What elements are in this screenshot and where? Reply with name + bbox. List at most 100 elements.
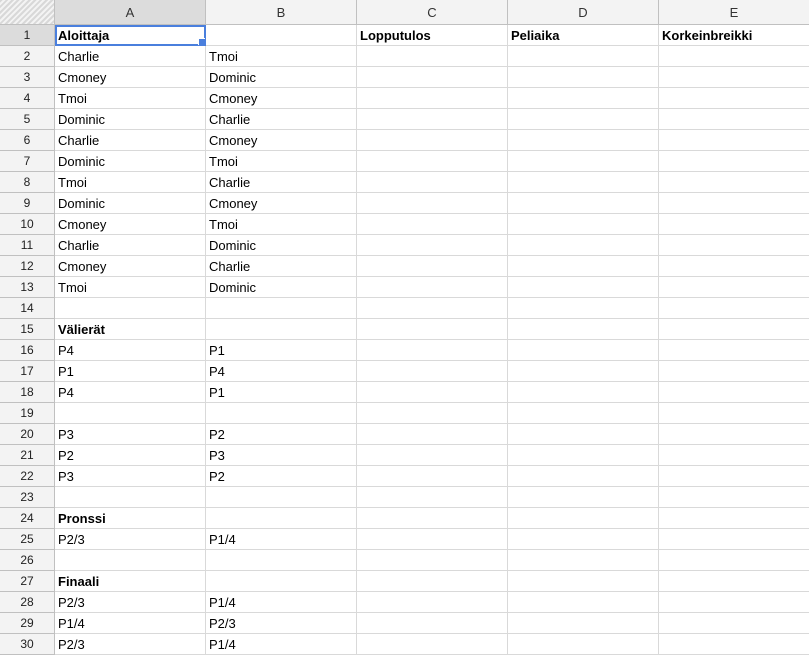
row-header[interactable]: 1 bbox=[0, 25, 55, 46]
row-header[interactable]: 14 bbox=[0, 298, 55, 319]
cell-c11[interactable] bbox=[357, 235, 508, 256]
row-header[interactable]: 19 bbox=[0, 403, 55, 424]
cell-e14[interactable] bbox=[659, 298, 809, 319]
cell-a19[interactable] bbox=[55, 403, 206, 424]
cell-d7[interactable] bbox=[508, 151, 659, 172]
cell-e16[interactable] bbox=[659, 340, 809, 361]
cell-e10[interactable] bbox=[659, 214, 809, 235]
cell-a22[interactable]: P3 bbox=[55, 466, 206, 487]
cell-d24[interactable] bbox=[508, 508, 659, 529]
column-header-c[interactable]: C bbox=[357, 0, 508, 25]
cell-a13[interactable]: Tmoi bbox=[55, 277, 206, 298]
cell-b10[interactable]: Tmoi bbox=[206, 214, 357, 235]
cell-d11[interactable] bbox=[508, 235, 659, 256]
cell-c26[interactable] bbox=[357, 550, 508, 571]
cell-e21[interactable] bbox=[659, 445, 809, 466]
cell-c16[interactable] bbox=[357, 340, 508, 361]
cell-d16[interactable] bbox=[508, 340, 659, 361]
cell-a9[interactable]: Dominic bbox=[55, 193, 206, 214]
row-header[interactable]: 25 bbox=[0, 529, 55, 550]
cell-e5[interactable] bbox=[659, 109, 809, 130]
cell-a23[interactable] bbox=[55, 487, 206, 508]
cell-a8[interactable]: Tmoi bbox=[55, 172, 206, 193]
select-all-corner[interactable] bbox=[0, 0, 55, 25]
cell-a2[interactable]: Charlie bbox=[55, 46, 206, 67]
cell-a28[interactable]: P2/3 bbox=[55, 592, 206, 613]
cell-b3[interactable]: Dominic bbox=[206, 67, 357, 88]
cell-a4[interactable]: Tmoi bbox=[55, 88, 206, 109]
cell-c19[interactable] bbox=[357, 403, 508, 424]
cell-d5[interactable] bbox=[508, 109, 659, 130]
cell-c4[interactable] bbox=[357, 88, 508, 109]
cell-e1[interactable]: Korkeinbreikki bbox=[659, 25, 809, 46]
cell-e19[interactable] bbox=[659, 403, 809, 424]
cell-a21[interactable]: P2 bbox=[55, 445, 206, 466]
cell-c14[interactable] bbox=[357, 298, 508, 319]
cell-b15[interactable] bbox=[206, 319, 357, 340]
cell-c10[interactable] bbox=[357, 214, 508, 235]
row-header[interactable]: 27 bbox=[0, 571, 55, 592]
cell-d4[interactable] bbox=[508, 88, 659, 109]
cell-d22[interactable] bbox=[508, 466, 659, 487]
cell-c21[interactable] bbox=[357, 445, 508, 466]
row-header[interactable]: 28 bbox=[0, 592, 55, 613]
cell-b27[interactable] bbox=[206, 571, 357, 592]
cell-e13[interactable] bbox=[659, 277, 809, 298]
cell-a11[interactable]: Charlie bbox=[55, 235, 206, 256]
cell-c23[interactable] bbox=[357, 487, 508, 508]
row-header[interactable]: 21 bbox=[0, 445, 55, 466]
row-header[interactable]: 24 bbox=[0, 508, 55, 529]
cell-b14[interactable] bbox=[206, 298, 357, 319]
cell-c3[interactable] bbox=[357, 67, 508, 88]
cell-b5[interactable]: Charlie bbox=[206, 109, 357, 130]
cell-d15[interactable] bbox=[508, 319, 659, 340]
column-header-b[interactable]: B bbox=[206, 0, 357, 25]
cell-a15[interactable]: Välierät bbox=[55, 319, 206, 340]
cell-a1[interactable]: Aloittaja bbox=[55, 25, 206, 46]
cell-c1[interactable]: Lopputulos bbox=[357, 25, 508, 46]
cell-d3[interactable] bbox=[508, 67, 659, 88]
row-header[interactable]: 26 bbox=[0, 550, 55, 571]
cell-c24[interactable] bbox=[357, 508, 508, 529]
cell-e26[interactable] bbox=[659, 550, 809, 571]
cell-a24[interactable]: Pronssi bbox=[55, 508, 206, 529]
column-header-d[interactable]: D bbox=[508, 0, 659, 25]
row-header[interactable]: 8 bbox=[0, 172, 55, 193]
cell-a10[interactable]: Cmoney bbox=[55, 214, 206, 235]
cell-d14[interactable] bbox=[508, 298, 659, 319]
cell-a3[interactable]: Cmoney bbox=[55, 67, 206, 88]
cell-e30[interactable] bbox=[659, 634, 809, 655]
cell-d10[interactable] bbox=[508, 214, 659, 235]
cell-d30[interactable] bbox=[508, 634, 659, 655]
cell-d8[interactable] bbox=[508, 172, 659, 193]
cell-a17[interactable]: P1 bbox=[55, 361, 206, 382]
cell-b24[interactable] bbox=[206, 508, 357, 529]
cell-a12[interactable]: Cmoney bbox=[55, 256, 206, 277]
cell-b18[interactable]: P1 bbox=[206, 382, 357, 403]
row-header[interactable]: 29 bbox=[0, 613, 55, 634]
cell-a26[interactable] bbox=[55, 550, 206, 571]
cell-b20[interactable]: P2 bbox=[206, 424, 357, 445]
cell-a30[interactable]: P2/3 bbox=[55, 634, 206, 655]
cell-e7[interactable] bbox=[659, 151, 809, 172]
cell-b29[interactable]: P2/3 bbox=[206, 613, 357, 634]
cell-b8[interactable]: Charlie bbox=[206, 172, 357, 193]
cell-c30[interactable] bbox=[357, 634, 508, 655]
cell-d1[interactable]: Peliaika bbox=[508, 25, 659, 46]
cell-c12[interactable] bbox=[357, 256, 508, 277]
cell-c2[interactable] bbox=[357, 46, 508, 67]
cell-a18[interactable]: P4 bbox=[55, 382, 206, 403]
cell-d29[interactable] bbox=[508, 613, 659, 634]
cell-a20[interactable]: P3 bbox=[55, 424, 206, 445]
cell-c20[interactable] bbox=[357, 424, 508, 445]
row-header[interactable]: 22 bbox=[0, 466, 55, 487]
cell-e9[interactable] bbox=[659, 193, 809, 214]
cell-b26[interactable] bbox=[206, 550, 357, 571]
cell-b21[interactable]: P3 bbox=[206, 445, 357, 466]
cell-e11[interactable] bbox=[659, 235, 809, 256]
cell-e2[interactable] bbox=[659, 46, 809, 67]
row-header[interactable]: 11 bbox=[0, 235, 55, 256]
cell-e15[interactable] bbox=[659, 319, 809, 340]
cell-a27[interactable]: Finaali bbox=[55, 571, 206, 592]
cell-b2[interactable]: Tmoi bbox=[206, 46, 357, 67]
